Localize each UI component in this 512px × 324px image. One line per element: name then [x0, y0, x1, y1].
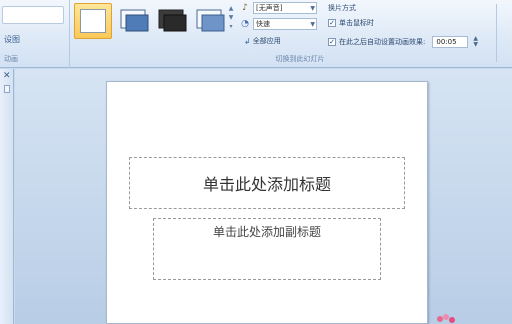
apply-all-label: 全部应用 [252, 37, 281, 45]
advance-slide-title: 换片方式 [328, 4, 356, 12]
transition-thumb-3-icon [158, 9, 187, 32]
transition-thumb-4-icon [196, 9, 225, 32]
auto-after-label: 在此之后自动设置动画效果: [339, 38, 426, 46]
left-dropdown-box[interactable] [2, 6, 64, 24]
on-click-row[interactable]: ✓ 单击鼠标时 [328, 18, 374, 28]
ribbon-separator [496, 4, 497, 62]
speed-dropdown[interactable]: 快速 ▼ [253, 18, 317, 30]
sound-icon: ♪ [242, 3, 248, 13]
sound-row: ♪ [无声音] ▼ [240, 2, 317, 14]
chevron-down-icon: ▼ [310, 21, 315, 28]
transition-thumb-4[interactable] [194, 6, 226, 36]
auto-after-time-input[interactable]: 00:05 [432, 36, 469, 48]
ribbon: 设图 动画 ▲ ▼ ▾ ♪ [无声音] ▼ ◔ 快速 ▼ ↲ 全部应用 切换到此… [0, 0, 512, 68]
speed-icon: ◔ [241, 19, 249, 29]
apply-all-icon: ↲ [244, 36, 251, 46]
transition-thumb-3[interactable] [156, 6, 188, 36]
transition-thumb-2[interactable] [118, 6, 150, 36]
speed-value: 快速 [256, 20, 270, 28]
left-pane: ✕ [0, 69, 14, 324]
watermark-logo [437, 314, 455, 323]
on-click-label: 单击鼠标时 [339, 19, 374, 27]
on-click-checkbox[interactable]: ✓ [328, 19, 336, 27]
title-placeholder[interactable]: 单击此处添加标题 [129, 157, 405, 209]
left-ribbon-label[interactable]: 设图 [4, 34, 20, 45]
pane-tab[interactable] [4, 85, 10, 93]
transition-thumb-2-icon [120, 9, 149, 32]
close-icon[interactable]: ✕ [3, 71, 11, 81]
auto-after-checkbox[interactable]: ✓ [328, 38, 336, 46]
transition-thumb-none[interactable] [74, 3, 112, 39]
apply-all-button[interactable]: ↲ 全部应用 [244, 36, 281, 46]
time-spinner[interactable]: ▲ ▼ [473, 36, 478, 48]
slide-canvas[interactable]: 单击此处添加标题 单击此处添加副标题 [106, 81, 428, 324]
subtitle-placeholder[interactable]: 单击此处添加副标题 [153, 218, 381, 280]
sound-dropdown[interactable]: [无声音] ▼ [253, 2, 317, 14]
chevron-down-icon: ▼ [310, 5, 315, 12]
left-ribbon-group: 设图 动画 [0, 0, 70, 68]
transition-group-label: 切换到此幻灯片 [275, 55, 325, 63]
auto-after-row[interactable]: ✓ 在此之后自动设置动画效果: 00:05 ▲ ▼ [328, 36, 478, 48]
gallery-scroll[interactable]: ▲ ▼ ▾ [228, 4, 234, 42]
thumb-slide-preview [80, 9, 106, 33]
left-group-label: 动画 [4, 55, 18, 63]
sound-value: [无声音] [256, 4, 283, 12]
speed-row: ◔ 快速 ▼ [240, 18, 317, 30]
